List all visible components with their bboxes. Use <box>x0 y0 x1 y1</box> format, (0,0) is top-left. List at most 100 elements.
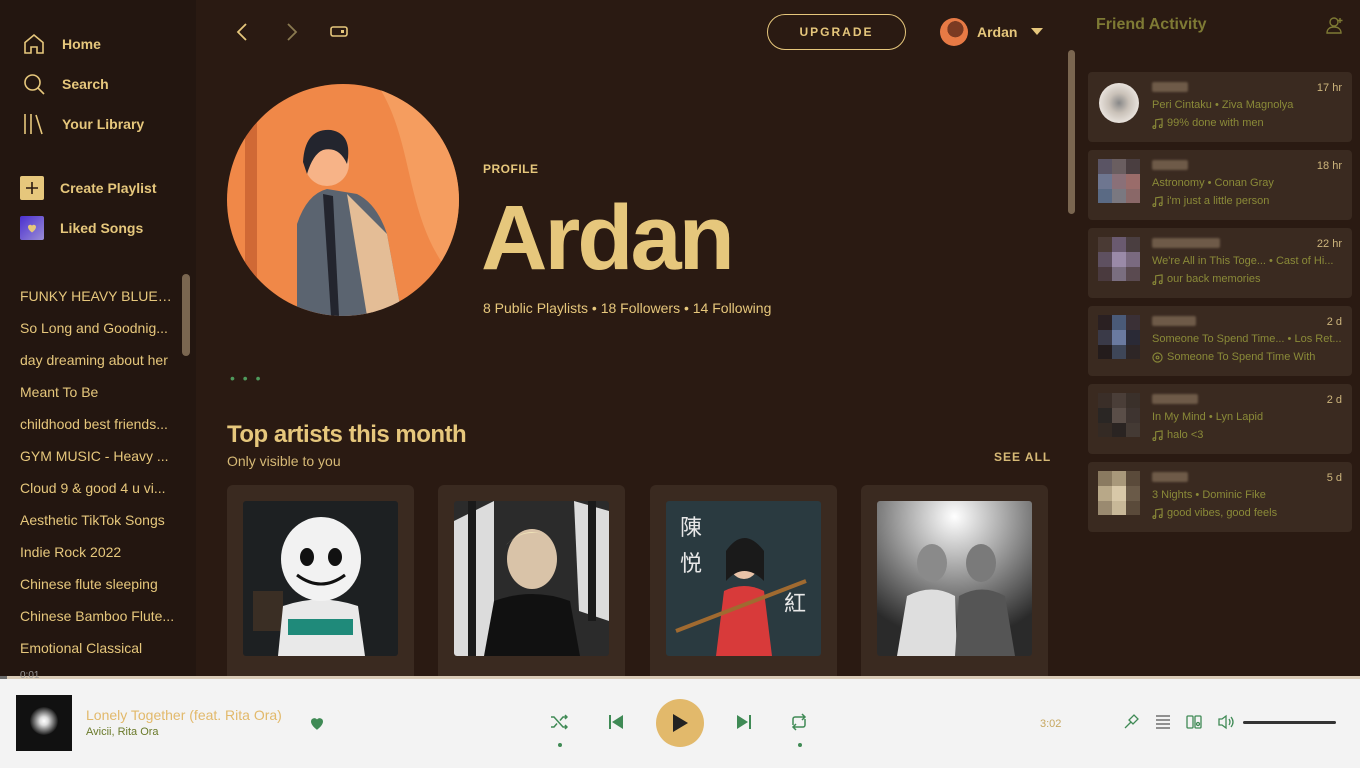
now-playing-title[interactable]: Lonely Together (feat. Rita Ora) <box>86 707 282 723</box>
liked-songs-label: Liked Songs <box>60 220 144 236</box>
track-artist[interactable]: Conan Gray <box>1215 177 1274 189</box>
add-friend-button[interactable] <box>1326 16 1344 39</box>
friend-activity-item[interactable]: 5 d 3 Nights • Dominic Fike good vibes, … <box>1088 462 1352 532</box>
next-button[interactable] <box>736 714 752 730</box>
nav-home[interactable]: Home <box>22 31 101 57</box>
track-artist[interactable]: Los Ret... <box>1294 333 1341 345</box>
upgrade-button[interactable]: UPGRADE <box>767 14 906 50</box>
playlist-item[interactable]: FUNKY HEAVY BLUES... <box>20 286 176 318</box>
playlist-item[interactable]: childhood best friends... <box>20 414 176 446</box>
user-menu[interactable]: Ardan <box>940 18 1044 46</box>
friend-track[interactable]: We're All in This Toge... • Cast of Hi..… <box>1152 255 1344 267</box>
device-button[interactable] <box>327 20 351 44</box>
playlist-item[interactable]: Meant To Be <box>20 382 176 414</box>
friend-context[interactable]: 99% done with men <box>1152 117 1264 129</box>
playlist-item[interactable]: day dreaming about her <box>20 350 176 382</box>
friend-activity-time: 5 d <box>1326 472 1342 484</box>
main-scrollbar[interactable] <box>1068 50 1075 214</box>
profile-image[interactable] <box>227 84 459 316</box>
volume-button[interactable] <box>1218 714 1235 730</box>
artist-card[interactable]: 陳 悦 紅 <box>650 485 837 685</box>
more-options-button[interactable]: • • • <box>230 370 262 386</box>
nav-library[interactable]: Your Library <box>22 111 144 137</box>
see-all-link[interactable]: SEE ALL <box>994 450 1051 464</box>
track-artist[interactable]: Ziva Magnolya <box>1222 99 1294 111</box>
playlist-list: FUNKY HEAVY BLUES... So Long and Goodnig… <box>20 286 176 670</box>
now-playing-cover[interactable] <box>16 695 72 751</box>
friend-activity-title: Friend Activity <box>1096 16 1207 33</box>
friend-track[interactable]: Astronomy • Conan Gray <box>1152 177 1344 189</box>
track-artist[interactable]: Cast of Hi... <box>1276 255 1333 267</box>
track-title[interactable]: Astronomy <box>1152 177 1205 189</box>
friend-track[interactable]: 3 Nights • Dominic Fike <box>1152 489 1344 501</box>
profile-type-label: PROFILE <box>483 162 539 176</box>
friend-activity-item[interactable]: 17 hr Peri Cintaku • Ziva Magnolya 99% d… <box>1088 72 1352 142</box>
playlist-item[interactable]: GYM MUSIC - Heavy ... <box>20 446 176 478</box>
friend-track[interactable]: In My Mind • Lyn Lapid <box>1152 411 1344 423</box>
friend-activity-item[interactable]: 2 d Someone To Spend Time... • Los Ret..… <box>1088 306 1352 376</box>
back-button[interactable] <box>230 20 254 44</box>
playlist-item[interactable]: Chinese Bamboo Flute... <box>20 606 176 638</box>
track-artist[interactable]: Lyn Lapid <box>1216 411 1263 423</box>
shuffle-button[interactable] <box>550 713 568 731</box>
track-artist[interactable]: Dominic Fike <box>1202 489 1266 501</box>
playlist-item[interactable]: Aesthetic TikTok Songs <box>20 510 176 542</box>
friend-activity-item[interactable]: 18 hr Astronomy • Conan Gray i'm just a … <box>1088 150 1352 220</box>
track-title[interactable]: In My Mind <box>1152 411 1206 423</box>
section-title[interactable]: Top artists this month <box>227 421 467 449</box>
track-title[interactable]: Someone To Spend Time... <box>1152 333 1285 345</box>
friend-activity-item[interactable]: 2 d In My Mind • Lyn Lapid halo <3 <box>1088 384 1352 454</box>
device-speaker-icon <box>1186 715 1202 729</box>
avatar <box>1098 393 1140 437</box>
play-button[interactable] <box>656 699 704 747</box>
elapsed-time: 0:01 <box>20 670 40 681</box>
track-title[interactable]: We're All in This Toge... <box>1152 255 1266 267</box>
svg-text:陳: 陳 <box>680 516 702 541</box>
profile-stats[interactable]: 8 Public Playlists • 18 Followers • 14 F… <box>483 300 771 316</box>
friend-context[interactable]: i'm just a little person <box>1152 195 1269 207</box>
queue-button[interactable] <box>1155 714 1171 730</box>
friend-track[interactable]: Peri Cintaku • Ziva Magnolya <box>1152 99 1344 111</box>
progress-bar[interactable] <box>0 676 1360 679</box>
context-label: our back memories <box>1167 273 1261 285</box>
track-duration: 3:02 <box>1040 718 1062 730</box>
nav-search[interactable]: Search <box>22 71 109 97</box>
playlist-item[interactable]: Indie Rock 2022 <box>20 542 176 574</box>
context-label: Someone To Spend Time With <box>1167 351 1316 363</box>
track-title[interactable]: Peri Cintaku <box>1152 99 1212 111</box>
playlist-item[interactable]: Cloud 9 & good 4 u vi... <box>20 478 176 510</box>
friend-activity-item[interactable]: 22 hr We're All in This Toge... • Cast o… <box>1088 228 1352 298</box>
friend-context[interactable]: our back memories <box>1152 273 1261 285</box>
sidebar-scrollbar[interactable] <box>182 274 190 356</box>
artist-card[interactable] <box>438 485 625 685</box>
friend-context[interactable]: good vibes, good feels <box>1152 507 1277 519</box>
music-note-icon <box>1152 195 1163 207</box>
context-label: i'm just a little person <box>1167 195 1270 207</box>
playlist-item[interactable]: So Long and Goodnig... <box>20 318 176 350</box>
playlist-item[interactable]: Chinese flute sleeping <box>20 574 176 606</box>
previous-button[interactable] <box>608 714 624 730</box>
artist-card[interactable] <box>227 485 414 685</box>
friend-context[interactable]: Someone To Spend Time With <box>1152 351 1315 363</box>
friend-context[interactable]: halo <3 <box>1152 429 1203 441</box>
create-playlist-button[interactable]: Create Playlist <box>20 176 157 200</box>
repeat-button[interactable] <box>790 713 808 731</box>
avatar <box>1098 315 1140 359</box>
artist-image: 陳 悦 紅 <box>666 501 821 656</box>
heart-icon <box>20 216 44 240</box>
friend-name-blurred <box>1152 238 1220 248</box>
now-playing-artists[interactable]: Avicii, Rita Ora <box>86 726 159 738</box>
chevron-left-icon <box>236 23 247 41</box>
connect-device-button[interactable] <box>1186 714 1202 730</box>
liked-songs-button[interactable]: Liked Songs <box>20 216 143 240</box>
artist-card[interactable] <box>861 485 1048 685</box>
lyrics-button[interactable] <box>1123 714 1139 730</box>
friend-activity-time: 2 d <box>1326 394 1342 406</box>
like-button[interactable] <box>308 714 326 737</box>
playlist-item[interactable]: Emotional Classical <box>20 638 176 670</box>
track-title[interactable]: 3 Nights <box>1152 489 1192 501</box>
forward-button[interactable] <box>280 20 304 44</box>
volume-slider[interactable] <box>1243 721 1336 724</box>
search-icon <box>24 74 45 95</box>
friend-track[interactable]: Someone To Spend Time... • Los Ret... <box>1152 333 1344 345</box>
